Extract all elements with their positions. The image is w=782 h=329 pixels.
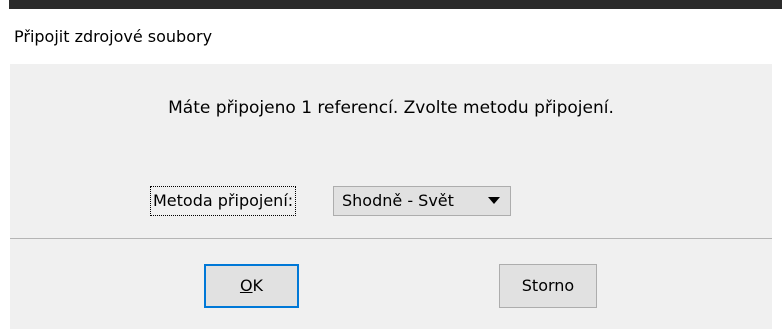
method-select[interactable]: Shodně - Svět (333, 186, 511, 216)
ok-button-label-rest: K (252, 276, 264, 295)
title-bar[interactable]: Připojit zdrojové soubory (0, 0, 782, 64)
window-top-edge (0, 0, 782, 11)
background-strip (9, 0, 782, 9)
info-message: Máte připojeno 1 referencí. Zvolte metod… (168, 98, 614, 118)
ok-button[interactable]: OK (204, 264, 299, 308)
dropdown-arrow-icon (488, 197, 500, 204)
window-title: Připojit zdrojové soubory (14, 27, 213, 46)
cancel-button[interactable]: Storno (499, 264, 597, 308)
separator (10, 238, 772, 239)
method-select-value: Shodně - Svět (342, 191, 454, 210)
dialog-window: Připojit zdrojové soubory Máte připojeno… (0, 0, 782, 329)
ok-button-mnemonic: O (239, 276, 253, 295)
method-label: Metoda připojení: (150, 186, 297, 216)
